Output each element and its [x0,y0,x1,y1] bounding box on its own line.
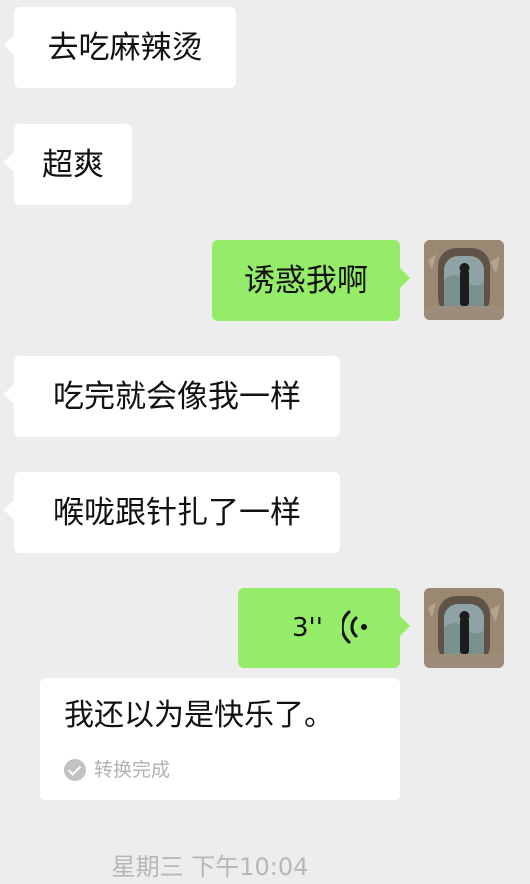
message-text: 诱惑我啊 [244,262,368,299]
bubble-tail [400,616,410,636]
message-text: 吃完就会像我一样 [53,378,301,415]
transcript-status-label: 转换完成 [94,759,171,781]
message-text: 喉咙跟针扎了一样 [53,494,301,531]
message-bubble-incoming[interactable]: 超爽 [4,124,132,205]
chat-area[interactable]: 去吃麻辣烫 超爽 诱惑我啊 吃完就会像我一样 喉咙跟针扎了一样 3'' 我还以为… [0,0,530,881]
bubble-tail [4,500,14,520]
message-bubble-incoming[interactable]: 去吃麻辣烫 [4,7,236,88]
message-bubble-incoming[interactable]: 喉咙跟针扎了一样 [4,472,340,553]
voice-transcript-text: 我还以为是快乐了。 [64,698,334,733]
message-bubble-outgoing[interactable]: 诱惑我啊 [212,240,410,321]
voice-wave-icon [340,609,370,655]
avatar[interactable] [424,588,504,668]
bubble-tail [4,152,14,172]
avatar-photo [424,588,504,668]
message-bubble-incoming[interactable]: 吃完就会像我一样 [4,356,340,437]
check-circle-icon [64,759,86,781]
voice-message-bubble[interactable]: 3'' [238,588,410,668]
voice-duration: 3'' [292,613,323,643]
bubble-tail [400,268,410,288]
bubble-tail [4,35,14,55]
bubble-tail [4,384,14,404]
avatar-photo [424,240,504,320]
avatar[interactable] [424,240,504,320]
message-text: 超爽 [42,146,104,183]
voice-transcript-card[interactable]: 我还以为是快乐了。 转换完成 [40,678,400,800]
message-text: 去吃麻辣烫 [47,29,203,66]
transcript-status: 转换完成 [64,756,170,784]
